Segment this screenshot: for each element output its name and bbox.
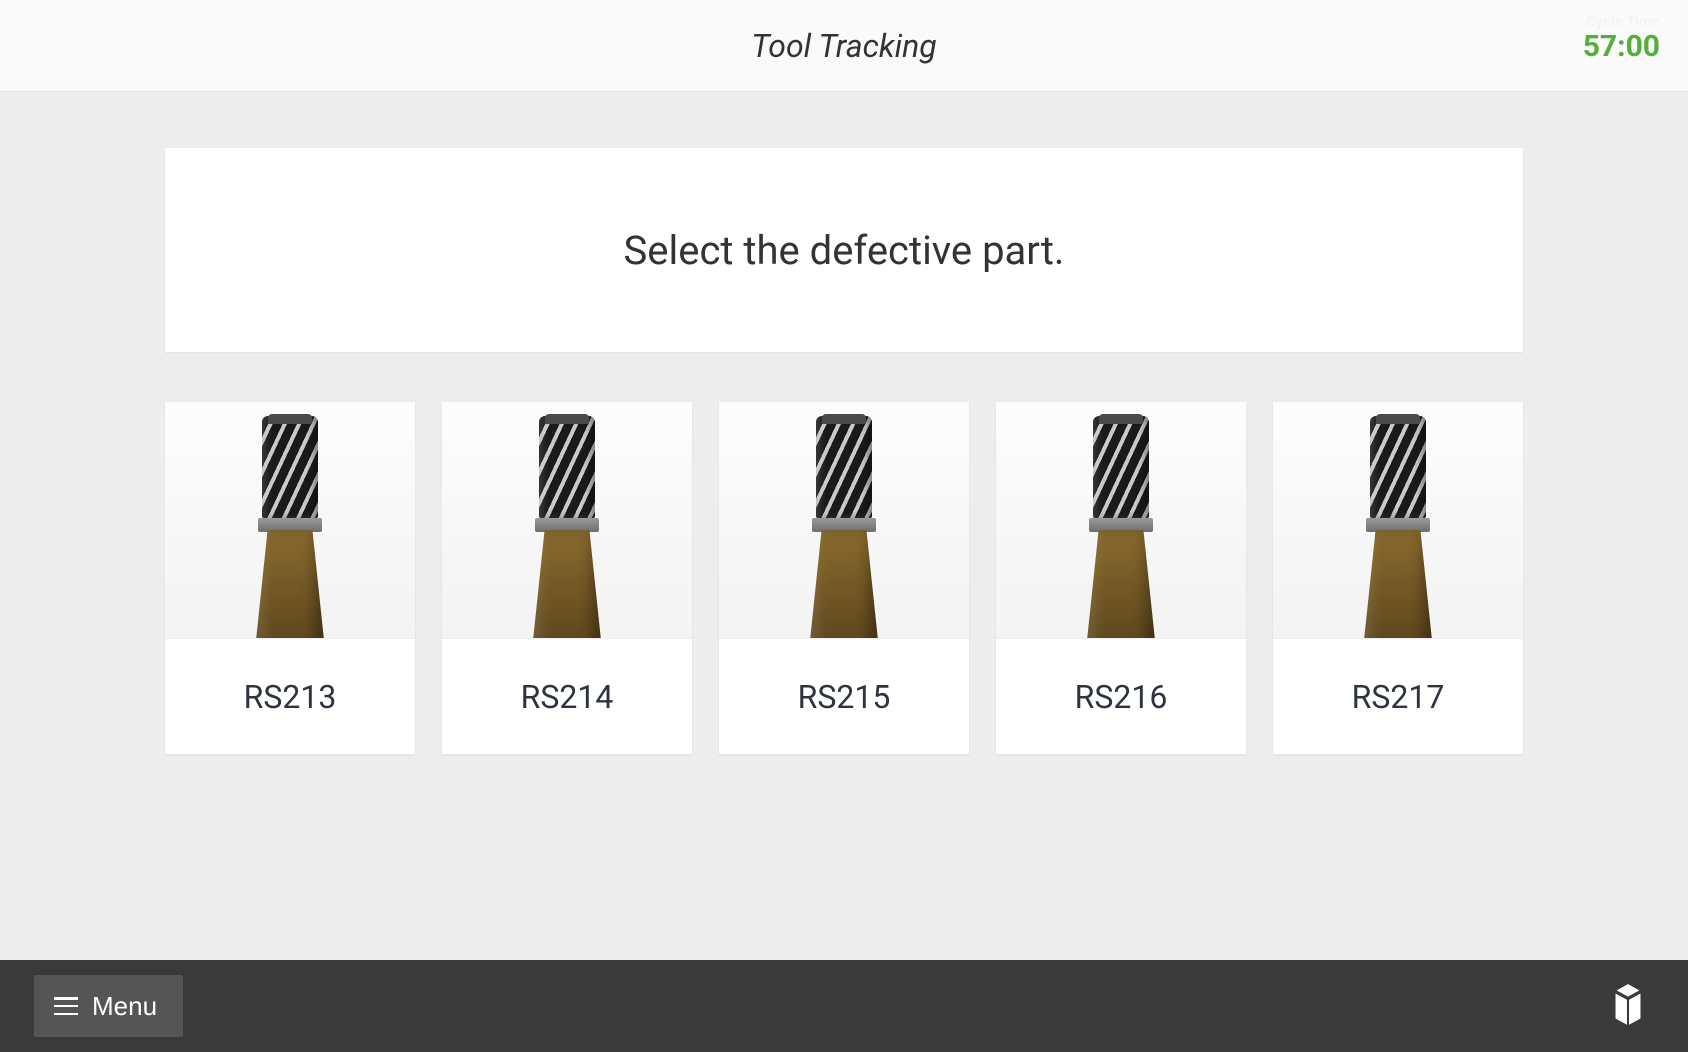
part-image (1273, 402, 1523, 638)
menu-button-label: Menu (92, 991, 157, 1022)
menu-button[interactable]: Menu (34, 975, 183, 1037)
part-image (996, 402, 1246, 638)
brand-logo-icon (1602, 980, 1654, 1032)
part-label: RS213 (165, 638, 415, 754)
tool-icon (784, 402, 904, 638)
part-card-rs216[interactable]: RS216 (996, 402, 1246, 754)
part-label: RS216 (996, 638, 1246, 754)
main-content: Select the defective part. RS213 R (0, 92, 1688, 960)
part-card-rs215[interactable]: RS215 (719, 402, 969, 754)
part-label: RS217 (1273, 638, 1523, 754)
cycle-time-value: 57:00 (1583, 30, 1660, 63)
tool-icon (1338, 402, 1458, 638)
part-image (719, 402, 969, 638)
part-label: RS215 (719, 638, 969, 754)
part-card-rs217[interactable]: RS217 (1273, 402, 1523, 754)
tool-icon (507, 402, 627, 638)
prompt-text: Select the defective part. (624, 227, 1065, 274)
cycle-time-block: Cycle Time 57:00 (1583, 14, 1660, 63)
parts-row: RS213 RS214 RS215 (165, 402, 1523, 754)
cycle-time-label: Cycle Time (1583, 14, 1660, 30)
tool-icon (230, 402, 350, 638)
app-header: Tool Tracking Cycle Time 57:00 (0, 0, 1688, 92)
part-image (442, 402, 692, 638)
part-image (165, 402, 415, 638)
part-card-rs213[interactable]: RS213 (165, 402, 415, 754)
app-footer: Menu (0, 960, 1688, 1052)
prompt-card: Select the defective part. (165, 148, 1523, 352)
part-card-rs214[interactable]: RS214 (442, 402, 692, 754)
page-title: Tool Tracking (751, 27, 936, 65)
part-label: RS214 (442, 638, 692, 754)
tool-icon (1061, 402, 1181, 638)
hamburger-icon (54, 997, 78, 1015)
